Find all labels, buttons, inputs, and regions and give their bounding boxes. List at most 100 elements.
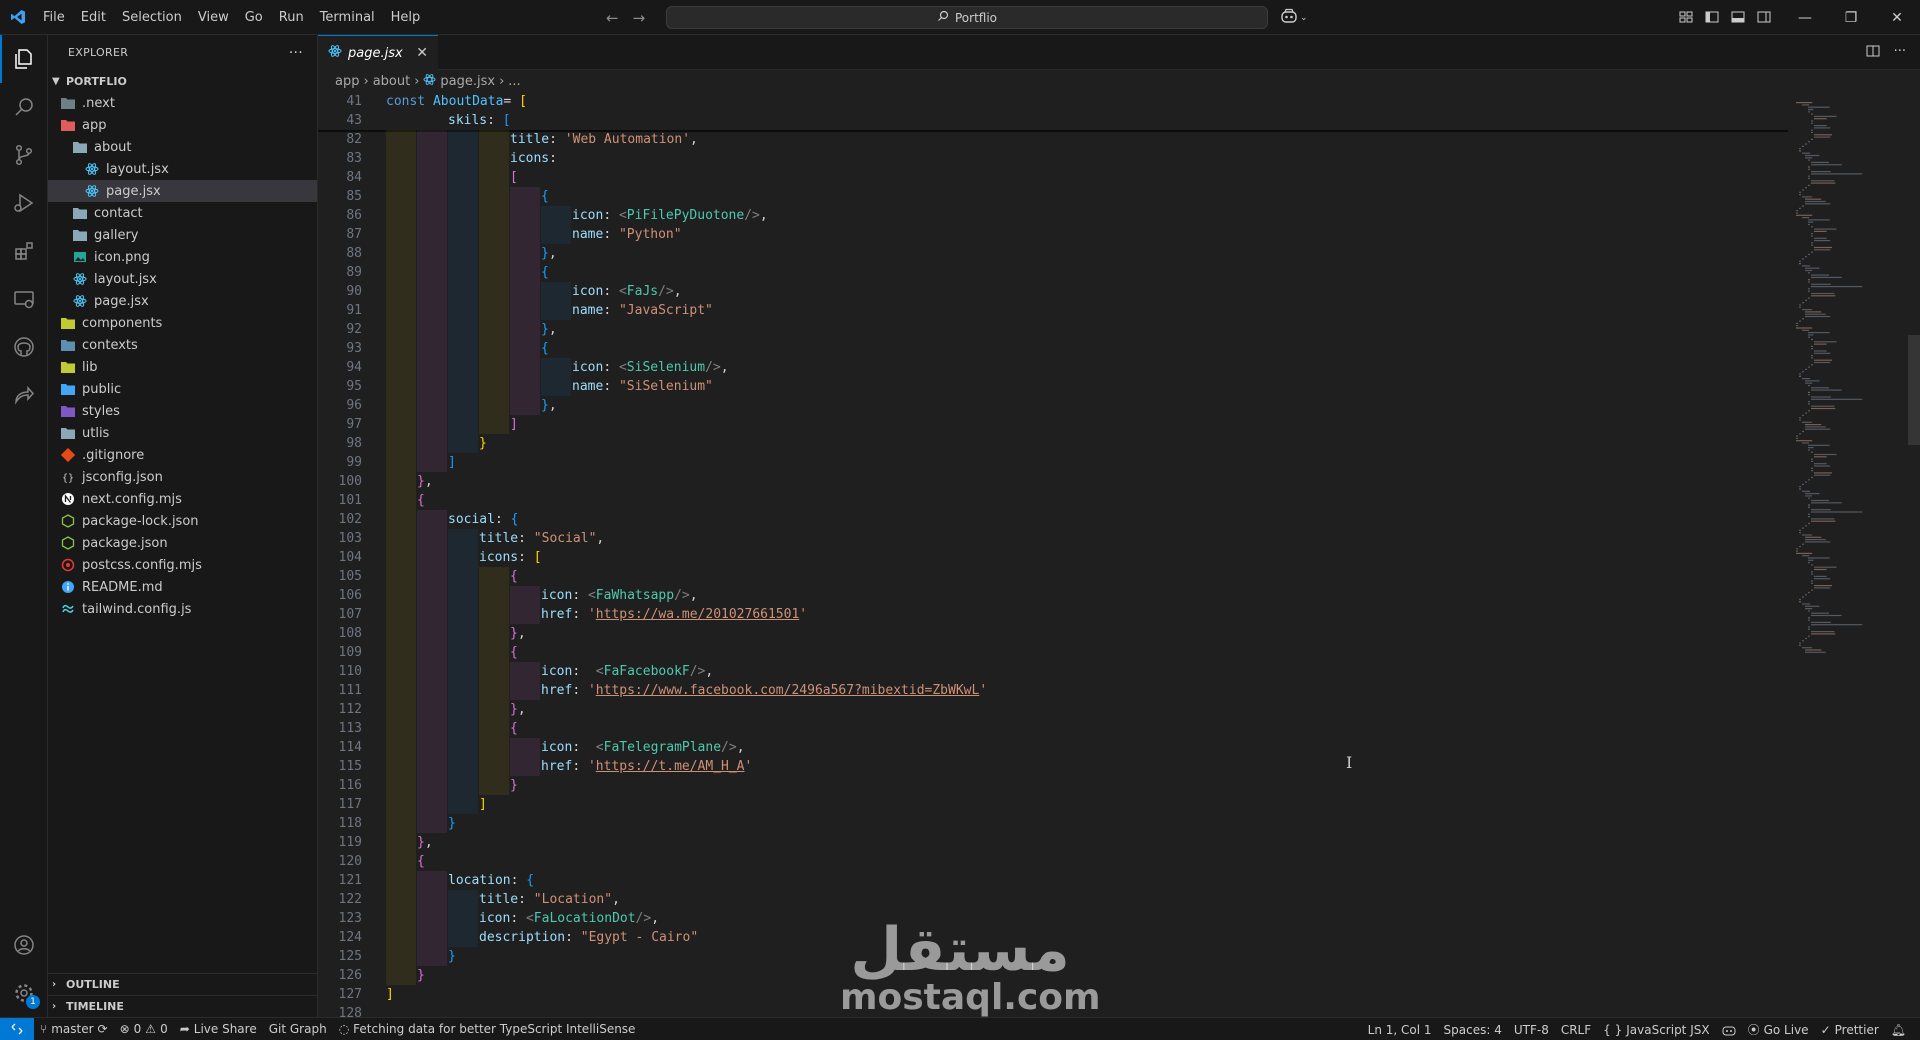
language-mode[interactable]: { } JavaScript JSX: [1597, 1023, 1715, 1037]
tree-item[interactable]: README.md: [48, 576, 317, 598]
tree-item[interactable]: {} jsconfig.json: [48, 466, 317, 488]
workspace-root[interactable]: ▼ PORTFLIO: [48, 70, 317, 92]
vertical-scrollbar[interactable]: [1908, 335, 1920, 445]
indent-guide: [417, 795, 447, 814]
code-token: skils: [448, 113, 488, 128]
breadcrumb-about[interactable]: about: [373, 74, 411, 89]
restore-icon[interactable]: ❐: [1828, 0, 1874, 35]
minimap[interactable]: [1788, 92, 1920, 1017]
tree-item[interactable]: icon.png: [48, 246, 317, 268]
accounts-icon[interactable]: [0, 921, 48, 969]
menu-terminal[interactable]: Terminal: [312, 0, 383, 35]
tree-item[interactable]: tailwind.config.js: [48, 598, 317, 620]
more-actions-icon[interactable]: ···: [1894, 44, 1906, 62]
prettier-status[interactable]: ✓ Prettier: [1815, 1023, 1885, 1037]
source-control-icon[interactable]: [0, 131, 48, 179]
tree-item[interactable]: components: [48, 312, 317, 334]
outline-section[interactable]: › OUTLINE: [48, 973, 318, 995]
tree-item[interactable]: next.config.mjs: [48, 488, 317, 510]
code-token: AboutData: [432, 94, 504, 109]
menu-edit[interactable]: Edit: [73, 0, 114, 35]
tree-item[interactable]: app: [48, 114, 317, 136]
tree-item[interactable]: styles: [48, 400, 317, 422]
minimize-icon[interactable]: —: [1782, 0, 1828, 35]
encoding-status[interactable]: UTF-8: [1508, 1023, 1555, 1037]
menu-file[interactable]: File: [35, 0, 73, 35]
branch-status[interactable]: ⑂ master ⟳: [34, 1022, 114, 1036]
breadcrumb-app[interactable]: app: [335, 74, 359, 89]
remote-explorer-icon[interactable]: [0, 275, 48, 323]
more-actions-icon[interactable]: ···: [289, 45, 303, 61]
indent-guide: [386, 168, 416, 187]
back-arrow-icon[interactable]: ←: [606, 9, 619, 27]
error-count: 0: [133, 1022, 142, 1036]
indent-guide: [510, 225, 540, 244]
code-editor[interactable]: 41 const AboutData= [43 skils: [82 title: '…: [318, 92, 1788, 1021]
minimap-line: [1814, 127, 1831, 129]
copilot-status-icon[interactable]: [1716, 1024, 1742, 1036]
menu-go[interactable]: Go: [237, 0, 271, 35]
run-debug-icon[interactable]: [0, 179, 48, 227]
line-number: 118: [338, 816, 362, 831]
tree-item[interactable]: utlis: [48, 422, 317, 444]
indent-guide: [479, 244, 509, 263]
tree-item[interactable]: lib: [48, 356, 317, 378]
menu-view[interactable]: View: [190, 0, 237, 35]
timeline-section[interactable]: › TIMELINE: [48, 995, 318, 1017]
line-number: 87: [346, 227, 362, 242]
extensions-icon[interactable]: [0, 227, 48, 275]
tree-item[interactable]: layout.jsx: [48, 268, 317, 290]
tree-item[interactable]: package.json: [48, 532, 317, 554]
copilot-button[interactable]: ⌄: [1280, 8, 1308, 27]
minimap-line: [1814, 587, 1831, 589]
tree-item[interactable]: about: [48, 136, 317, 158]
tailwind-icon: [60, 601, 76, 617]
notifications-bell-icon[interactable]: 🔔︎: [1885, 1023, 1912, 1037]
toggle-secondary-sidebar-icon[interactable]: [1756, 9, 1772, 29]
tree-item[interactable]: page.jsx: [48, 180, 317, 202]
tree-item[interactable]: contexts: [48, 334, 317, 356]
remote-indicator-icon[interactable]: [0, 1018, 34, 1040]
tree-item[interactable]: .gitignore: [48, 444, 317, 466]
tree-item[interactable]: gallery: [48, 224, 317, 246]
explorer-icon[interactable]: [0, 35, 48, 83]
close-window-icon[interactable]: ✕: [1874, 0, 1920, 35]
code-text: name: "JavaScript": [572, 301, 713, 320]
minimap-line: [1814, 463, 1827, 465]
tab-page-jsx[interactable]: page.jsx ✕: [318, 35, 438, 70]
problems-status[interactable]: ⊗ 0 ⚠ 0: [114, 1022, 174, 1036]
menu-help[interactable]: Help: [383, 0, 429, 35]
toggle-primary-sidebar-icon[interactable]: [1704, 9, 1720, 29]
tree-item[interactable]: layout.jsx: [48, 158, 317, 180]
manage-gear-icon[interactable]: 1: [0, 969, 48, 1017]
breadcrumb-symbol[interactable]: ...: [508, 74, 520, 89]
split-editor-icon[interactable]: [1866, 44, 1880, 62]
go-live-status[interactable]: ⦿ Go Live: [1742, 1021, 1815, 1038]
menu-run[interactable]: Run: [271, 0, 312, 35]
close-icon[interactable]: ✕: [416, 45, 428, 61]
minimap-line: [1811, 407, 1836, 410]
svg-text:{}: {}: [62, 473, 74, 484]
menu-selection[interactable]: Selection: [114, 0, 190, 35]
tree-item[interactable]: page.jsx: [48, 290, 317, 312]
git-graph-status[interactable]: Git Graph: [263, 1022, 333, 1036]
tree-item[interactable]: contact: [48, 202, 317, 224]
tree-item[interactable]: .next: [48, 92, 317, 114]
tree-item[interactable]: package-lock.json: [48, 510, 317, 532]
tree-item[interactable]: postcss.config.mjs: [48, 554, 317, 576]
indentation-status[interactable]: Spaces: 4: [1438, 1023, 1508, 1037]
indent-guide: [386, 700, 416, 719]
tree-item-label: about: [94, 139, 132, 155]
tree-item[interactable]: public: [48, 378, 317, 400]
toggle-panel-icon[interactable]: [1730, 9, 1746, 29]
forward-arrow-icon[interactable]: →: [633, 9, 646, 27]
customize-layout-icon[interactable]: [1678, 9, 1694, 29]
command-center-search[interactable]: Portflio: [666, 6, 1268, 29]
cursor-position[interactable]: Ln 1, Col 1: [1362, 1023, 1438, 1037]
eol-status[interactable]: CRLF: [1555, 1023, 1597, 1037]
github-icon[interactable]: [0, 323, 48, 371]
live-share-status[interactable]: ➦ Live Share: [174, 1022, 263, 1036]
breadcrumb-file[interactable]: page.jsx: [440, 74, 495, 89]
live-share-icon[interactable]: [0, 371, 48, 419]
search-icon[interactable]: [0, 83, 48, 131]
